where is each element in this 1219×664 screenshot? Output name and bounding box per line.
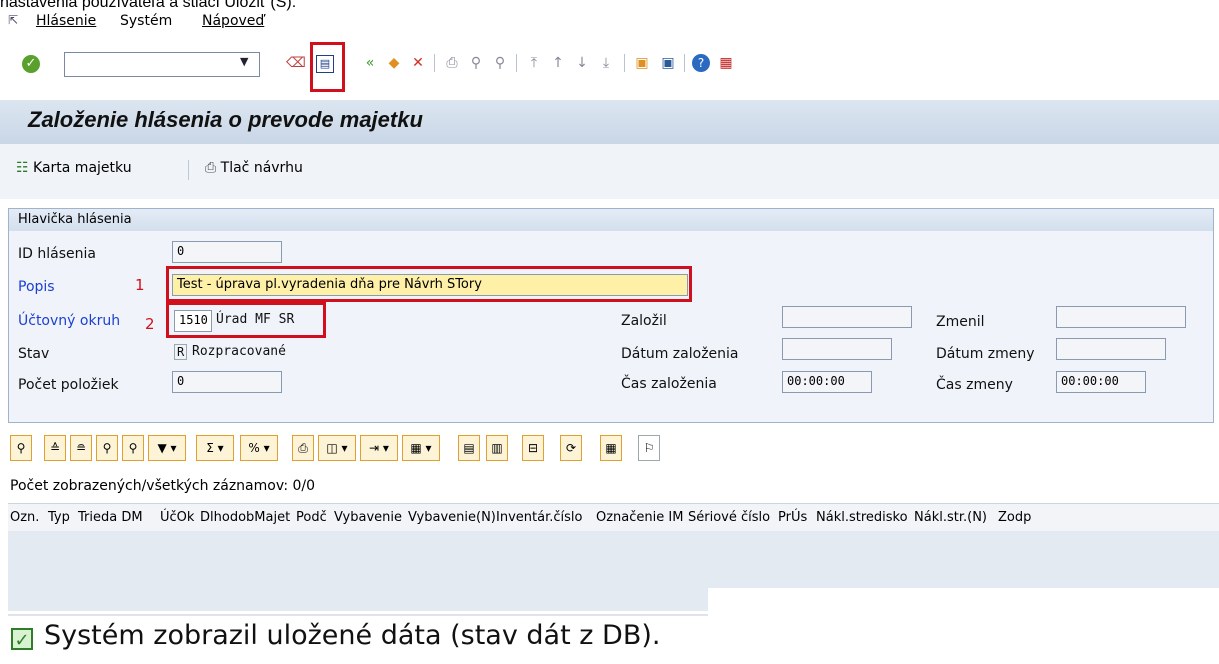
col-nakl-str-n[interactable]: Nákl.str.(N) xyxy=(914,510,987,525)
layout-icon[interactable]: ▦ xyxy=(716,53,736,73)
status-message: Systém zobrazil uložené dáta (stav dát z… xyxy=(44,620,661,651)
graphic-icon[interactable]: ▥ xyxy=(486,435,508,461)
sort-asc-icon[interactable]: ≙ xyxy=(44,435,66,461)
zalozil-label: Založil xyxy=(621,313,667,329)
popis-highlight-box xyxy=(166,266,692,302)
tlac-navrhu-button[interactable]: ⎙ Tlač návrhu xyxy=(205,160,303,176)
success-check-icon: ✓ xyxy=(11,628,33,651)
cas-zalozenia-label: Čas založenia xyxy=(621,376,717,392)
menu-napoved[interactable]: Nápoveď xyxy=(202,13,264,29)
col-nakl-stredisko[interactable]: Nákl.stredisko xyxy=(816,510,908,525)
col-dlhodob-majet[interactable]: DlhodobMajet xyxy=(200,510,290,525)
stav-code: R xyxy=(174,344,188,360)
col-inventar-cislo[interactable]: Inventár.číslo xyxy=(496,510,582,525)
sort-desc-icon[interactable]: ≘ xyxy=(70,435,92,461)
cancel-icon[interactable]: ✕ xyxy=(408,53,428,73)
command-dropdown-icon[interactable]: ▼ xyxy=(240,55,248,68)
group-header-bar xyxy=(9,209,1213,231)
stav-text: Rozpracované xyxy=(192,344,286,359)
views-icon[interactable]: ◫ ▾ xyxy=(318,435,356,461)
abc-analysis-icon[interactable]: ▤ xyxy=(458,435,480,461)
print-icon[interactable]: ⎙ xyxy=(442,53,462,73)
application-toolbar: ☷ Karta majetku ⎙ Tlač návrhu xyxy=(0,144,1219,199)
datum-zalozenia-field[interactable] xyxy=(782,338,892,360)
find-next-icon-alv[interactable]: ⚲ xyxy=(122,435,144,461)
asset-card-icon: ☷ xyxy=(16,160,29,176)
pocet-poloziek-label: Počet položiek xyxy=(18,377,119,393)
uctovny-okruh-label: Účtovný okruh xyxy=(18,313,121,329)
annotation-number-2: 2 xyxy=(145,315,155,333)
columns-icon[interactable]: ▦ xyxy=(600,435,622,461)
col-seriove-cislo[interactable]: Sériové číslo xyxy=(688,510,770,525)
status-divider xyxy=(8,614,708,616)
cas-zmeny-label: Čas zmeny xyxy=(936,377,1013,393)
stav-label: Stav xyxy=(18,346,50,362)
enter-check-icon[interactable]: ✓ xyxy=(22,55,40,73)
col-typ[interactable]: Typ xyxy=(48,510,70,525)
delete-row-icon[interactable]: ⊟ xyxy=(522,435,544,461)
col-oznacenie-im[interactable]: Označenie IM xyxy=(596,510,683,525)
cas-zalozenia-field[interactable]: 00:00:00 xyxy=(782,371,872,393)
filter-icon[interactable]: ▼ ▾ xyxy=(148,435,186,461)
zalozil-field[interactable] xyxy=(782,306,912,328)
refresh-icon[interactable]: ⟳ xyxy=(560,435,582,461)
datum-zmeny-label: Dátum zmeny xyxy=(936,346,1035,362)
menu-exit-icon[interactable]: ⇱ xyxy=(8,13,18,27)
print-preview-icon[interactable]: ⎙ xyxy=(292,435,314,461)
shortcut-icon[interactable]: ▣ xyxy=(658,53,678,73)
group-title: Hlavička hlásenia xyxy=(18,212,132,227)
new-session-icon[interactable]: ▣ xyxy=(632,53,652,73)
find-icon-alv[interactable]: ⚲ xyxy=(96,435,118,461)
col-podc[interactable]: Podč xyxy=(296,510,327,525)
id-label: ID hlásenia xyxy=(18,246,96,262)
grid-column-header: Ozn. Typ Trieda DM ÚčOk DlhodobMajet Pod… xyxy=(8,503,1219,533)
first-page-icon[interactable]: ⤒ xyxy=(524,53,544,73)
col-zodp[interactable]: Zodp xyxy=(998,510,1031,525)
zmenil-field[interactable] xyxy=(1056,306,1186,328)
printer-icon: ⎙ xyxy=(205,160,217,176)
export-icon[interactable]: ⇥ ▾ xyxy=(360,435,398,461)
cas-zmeny-field[interactable]: 00:00:00 xyxy=(1056,371,1146,393)
command-field[interactable] xyxy=(64,52,260,77)
history-icon[interactable]: ⌫ xyxy=(286,53,306,73)
exit-icon[interactable]: ◆ xyxy=(384,53,404,73)
flag-icon[interactable]: ⚐ xyxy=(638,435,660,461)
details-icon[interactable]: ⚲ xyxy=(10,435,32,461)
okruh-highlight-box xyxy=(166,302,326,338)
col-ucok[interactable]: ÚčOk xyxy=(160,510,194,525)
last-page-icon[interactable]: ⤓ xyxy=(596,53,616,73)
menu-hlasenie[interactable]: Hlásenie xyxy=(36,13,96,29)
zmenil-label: Zmenil xyxy=(936,314,985,330)
page-title: Založenie hlásenia o prevode majetku xyxy=(28,107,423,132)
menu-system[interactable]: Systém xyxy=(120,13,172,29)
popis-label: Popis xyxy=(18,279,55,295)
col-prus[interactable]: PrÚs xyxy=(778,510,807,525)
find-next-icon[interactable]: ⚲ xyxy=(490,53,510,73)
col-ozn[interactable]: Ozn. xyxy=(10,510,39,525)
col-vybavenie-n[interactable]: Vybavenie(N) xyxy=(408,510,496,525)
layout-grid-icon[interactable]: ▦ ▾ xyxy=(402,435,440,461)
next-page-icon[interactable]: ↓ xyxy=(572,53,592,73)
id-field[interactable]: 0 xyxy=(172,241,282,263)
annotation-number-1: 1 xyxy=(135,276,145,294)
prev-page-icon[interactable]: ↑ xyxy=(548,53,568,73)
pocet-poloziek-field[interactable]: 0 xyxy=(172,371,282,393)
grid-body-cutout xyxy=(708,588,1219,664)
help-icon[interactable]: ? xyxy=(692,54,710,72)
subtotal-icon[interactable]: % ▾ xyxy=(240,435,278,461)
karta-majetku-button[interactable]: ☷ Karta majetku xyxy=(16,160,132,176)
find-icon[interactable]: ⚲ xyxy=(466,53,486,73)
sum-icon[interactable]: Σ ▾ xyxy=(196,435,234,461)
record-count: Počet zobrazených/všetkých záznamov: 0/0 xyxy=(10,478,316,494)
save-highlight-box xyxy=(310,42,345,92)
col-vybavenie[interactable]: Vybavenie xyxy=(334,510,402,525)
col-trieda-dm[interactable]: Trieda DM xyxy=(78,510,143,525)
datum-zmeny-field[interactable] xyxy=(1056,338,1166,360)
menu-bar: ⇱ Hlásenie Systém Nápoveď xyxy=(0,10,1219,36)
back-icon[interactable]: « xyxy=(360,53,380,73)
datum-zalozenia-label: Dátum založenia xyxy=(621,346,739,362)
